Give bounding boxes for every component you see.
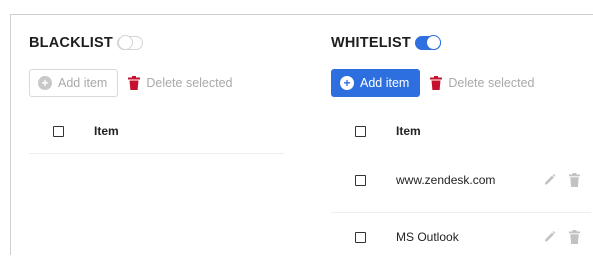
trash-icon[interactable]	[568, 173, 581, 187]
trash-icon	[430, 76, 443, 90]
blacklist-delete-selected-button[interactable]: Delete selected	[128, 76, 233, 90]
add-item-label: Add item	[58, 76, 108, 90]
add-item-label: Add item	[360, 76, 410, 90]
row-checkbox[interactable]	[355, 174, 366, 186]
table-row: MS Outlook	[331, 217, 591, 257]
whitelist-title: WHITELIST	[331, 35, 411, 51]
blacklist-title: BLACKLIST	[29, 35, 113, 51]
table-row: www.zendesk.com	[331, 160, 591, 200]
trash-icon	[128, 76, 141, 90]
whitelist-toggle[interactable]	[414, 35, 441, 50]
toggle-knob	[425, 35, 441, 50]
row-actions	[543, 230, 581, 244]
whitelist-actions: + Add item Delete selected	[331, 69, 535, 97]
delete-selected-label: Delete selected	[146, 76, 233, 90]
blacklist-actions: + Add item Delete selected	[29, 69, 233, 97]
plus-circle-icon: +	[340, 76, 354, 90]
row-item-label: www.zendesk.com	[396, 173, 496, 187]
plus-circle-icon: +	[38, 76, 52, 90]
list-settings-card: BLACKLIST + Add item Delete selected Ite…	[10, 14, 593, 255]
blacklist-column-item: Item	[94, 124, 119, 138]
row-item-label: MS Outlook	[396, 230, 459, 244]
whitelist-add-item-button[interactable]: + Add item	[331, 69, 421, 97]
blacklist-select-all-checkbox[interactable]	[53, 125, 64, 137]
whitelist-select-all-checkbox[interactable]	[355, 125, 366, 137]
whitelist-delete-selected-button[interactable]: Delete selected	[430, 76, 535, 90]
divider	[331, 212, 591, 213]
pencil-icon[interactable]	[543, 173, 556, 187]
pencil-icon[interactable]	[543, 230, 556, 244]
blacklist-toggle[interactable]	[116, 35, 143, 50]
blacklist-add-item-button[interactable]: + Add item	[29, 69, 119, 97]
blacklist-table-header: Item	[29, 118, 284, 144]
blacklist-header: BLACKLIST	[29, 33, 143, 53]
delete-selected-label: Delete selected	[448, 76, 535, 90]
divider	[29, 153, 284, 154]
toggle-knob	[117, 35, 133, 50]
whitelist-column-item: Item	[396, 124, 421, 138]
trash-icon[interactable]	[568, 230, 581, 244]
row-checkbox[interactable]	[355, 231, 366, 243]
whitelist-table-header: Item	[331, 118, 591, 144]
whitelist-header: WHITELIST	[331, 33, 441, 53]
row-actions	[543, 173, 581, 187]
